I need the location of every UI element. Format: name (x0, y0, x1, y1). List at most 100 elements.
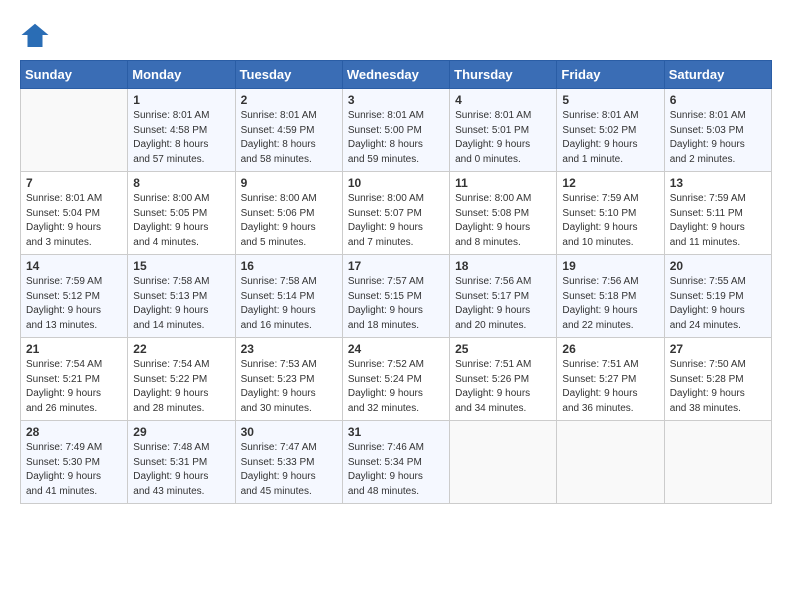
day-info: Sunrise: 7:46 AMSunset: 5:34 PMDaylight:… (348, 441, 444, 499)
day-number: 13 (670, 176, 766, 190)
calendar-cell: 23 Sunrise: 7:53 AMSunset: 5:23 PMDayligh… (235, 338, 342, 421)
calendar-header: SundayMondayTuesdayWednesdayThursdayFrid… (21, 61, 772, 89)
day-number: 23 (241, 342, 337, 356)
calendar-cell: 7 Sunrise: 8:01 AMSunset: 5:04 PMDaylight… (21, 172, 128, 255)
calendar-cell: 29 Sunrise: 7:48 AMSunset: 5:31 PMDayligh… (128, 421, 235, 504)
day-info: Sunrise: 7:50 AMSunset: 5:28 PMDaylight:… (670, 358, 766, 416)
day-info: Sunrise: 7:54 AMSunset: 5:21 PMDaylight:… (26, 358, 122, 416)
week-row-4: 21 Sunrise: 7:54 AMSunset: 5:21 PMDayligh… (21, 338, 772, 421)
day-info: Sunrise: 7:58 AMSunset: 5:14 PMDaylight:… (241, 275, 337, 333)
day-info: Sunrise: 7:47 AMSunset: 5:33 PMDaylight:… (241, 441, 337, 499)
day-number: 15 (133, 259, 229, 273)
day-info: Sunrise: 7:59 AMSunset: 5:12 PMDaylight:… (26, 275, 122, 333)
calendar-cell: 22 Sunrise: 7:54 AMSunset: 5:22 PMDayligh… (128, 338, 235, 421)
day-number: 6 (670, 93, 766, 107)
calendar-cell: 18Sunrise: 7:56 AMSunset: 5:17 PMDayligh… (450, 255, 557, 338)
day-info: Sunrise: 7:51 AMSunset: 5:26 PMDaylight:… (455, 358, 551, 416)
day-number: 21 (26, 342, 122, 356)
calendar-cell: 3 Sunrise: 8:01 AMSunset: 5:00 PMDaylight… (342, 89, 449, 172)
day-info: Sunrise: 7:59 AMSunset: 5:10 PMDaylight:… (562, 192, 658, 250)
header-day-saturday: Saturday (664, 61, 771, 89)
day-number: 9 (241, 176, 337, 190)
day-info: Sunrise: 7:52 AMSunset: 5:24 PMDaylight:… (348, 358, 444, 416)
day-number: 1 (133, 93, 229, 107)
calendar-cell: 31 Sunrise: 7:46 AMSunset: 5:34 PMDayligh… (342, 421, 449, 504)
calendar-cell: 4 Sunrise: 8:01 AMSunset: 5:01 PMDaylight… (450, 89, 557, 172)
calendar-table: SundayMondayTuesdayWednesdayThursdayFrid… (20, 60, 772, 504)
calendar-cell: 16Sunrise: 7:58 AMSunset: 5:14 PMDayligh… (235, 255, 342, 338)
week-row-1: 1 Sunrise: 8:01 AMSunset: 4:58 PMDaylight… (21, 89, 772, 172)
calendar-cell: 27Sunrise: 7:50 AMSunset: 5:28 PMDayligh… (664, 338, 771, 421)
day-info: Sunrise: 8:01 AMSunset: 5:01 PMDaylight:… (455, 109, 551, 167)
day-number: 8 (133, 176, 229, 190)
header-row: SundayMondayTuesdayWednesdayThursdayFrid… (21, 61, 772, 89)
day-number: 2 (241, 93, 337, 107)
day-number: 4 (455, 93, 551, 107)
day-number: 30 (241, 425, 337, 439)
day-number: 5 (562, 93, 658, 107)
day-info: Sunrise: 7:55 AMSunset: 5:19 PMDaylight:… (670, 275, 766, 333)
day-number: 7 (26, 176, 122, 190)
day-info: Sunrise: 8:01 AMSunset: 4:58 PMDaylight:… (133, 109, 229, 167)
day-info: Sunrise: 8:01 AMSunset: 5:02 PMDaylight:… (562, 109, 658, 167)
page-header (20, 20, 772, 50)
calendar-cell: 28Sunrise: 7:49 AMSunset: 5:30 PMDayligh… (21, 421, 128, 504)
logo-icon (20, 20, 50, 50)
day-info: Sunrise: 7:57 AMSunset: 5:15 PMDaylight:… (348, 275, 444, 333)
header-day-tuesday: Tuesday (235, 61, 342, 89)
day-number: 14 (26, 259, 122, 273)
day-number: 3 (348, 93, 444, 107)
header-day-wednesday: Wednesday (342, 61, 449, 89)
day-number: 10 (348, 176, 444, 190)
day-info: Sunrise: 8:00 AMSunset: 5:06 PMDaylight:… (241, 192, 337, 250)
day-info: Sunrise: 7:51 AMSunset: 5:27 PMDaylight:… (562, 358, 658, 416)
day-info: Sunrise: 7:58 AMSunset: 5:13 PMDaylight:… (133, 275, 229, 333)
calendar-cell: 2 Sunrise: 8:01 AMSunset: 4:59 PMDaylight… (235, 89, 342, 172)
day-info: Sunrise: 7:53 AMSunset: 5:23 PMDaylight:… (241, 358, 337, 416)
day-number: 18 (455, 259, 551, 273)
calendar-cell (21, 89, 128, 172)
calendar-cell (664, 421, 771, 504)
day-info: Sunrise: 8:01 AMSunset: 5:00 PMDaylight:… (348, 109, 444, 167)
calendar-cell (557, 421, 664, 504)
header-day-sunday: Sunday (21, 61, 128, 89)
logo (20, 20, 54, 50)
day-info: Sunrise: 7:54 AMSunset: 5:22 PMDaylight:… (133, 358, 229, 416)
day-info: Sunrise: 7:59 AMSunset: 5:11 PMDaylight:… (670, 192, 766, 250)
day-number: 28 (26, 425, 122, 439)
calendar-cell: 26 Sunrise: 7:51 AMSunset: 5:27 PMDayligh… (557, 338, 664, 421)
calendar-cell: 1 Sunrise: 8:01 AMSunset: 4:58 PMDaylight… (128, 89, 235, 172)
day-info: Sunrise: 8:00 AMSunset: 5:07 PMDaylight:… (348, 192, 444, 250)
day-info: Sunrise: 8:01 AMSunset: 5:04 PMDaylight:… (26, 192, 122, 250)
calendar-cell: 30 Sunrise: 7:47 AMSunset: 5:33 PMDayligh… (235, 421, 342, 504)
day-number: 12 (562, 176, 658, 190)
header-day-monday: Monday (128, 61, 235, 89)
calendar-cell: 21 Sunrise: 7:54 AMSunset: 5:21 PMDayligh… (21, 338, 128, 421)
day-info: Sunrise: 7:56 AMSunset: 5:18 PMDaylight:… (562, 275, 658, 333)
day-number: 19 (562, 259, 658, 273)
day-number: 20 (670, 259, 766, 273)
calendar-cell: 13 Sunrise: 7:59 AMSunset: 5:11 PMDayligh… (664, 172, 771, 255)
calendar-cell: 17 Sunrise: 7:57 AMSunset: 5:15 PMDayligh… (342, 255, 449, 338)
header-day-friday: Friday (557, 61, 664, 89)
calendar-cell: 5 Sunrise: 8:01 AMSunset: 5:02 PMDaylight… (557, 89, 664, 172)
calendar-cell: 20 Sunrise: 7:55 AMSunset: 5:19 PMDayligh… (664, 255, 771, 338)
calendar-cell: 10 Sunrise: 8:00 AMSunset: 5:07 PMDayligh… (342, 172, 449, 255)
day-info: Sunrise: 7:48 AMSunset: 5:31 PMDaylight:… (133, 441, 229, 499)
day-number: 31 (348, 425, 444, 439)
calendar-cell: 15 Sunrise: 7:58 AMSunset: 5:13 PMDayligh… (128, 255, 235, 338)
calendar-cell: 9 Sunrise: 8:00 AMSunset: 5:06 PMDaylight… (235, 172, 342, 255)
day-number: 29 (133, 425, 229, 439)
day-number: 22 (133, 342, 229, 356)
calendar-cell: 11Sunrise: 8:00 AMSunset: 5:08 PMDayligh… (450, 172, 557, 255)
week-row-3: 14 Sunrise: 7:59 AMSunset: 5:12 PMDayligh… (21, 255, 772, 338)
calendar-body: 1 Sunrise: 8:01 AMSunset: 4:58 PMDaylight… (21, 89, 772, 504)
day-number: 26 (562, 342, 658, 356)
day-number: 17 (348, 259, 444, 273)
day-info: Sunrise: 8:00 AMSunset: 5:05 PMDaylight:… (133, 192, 229, 250)
calendar-cell: 12 Sunrise: 7:59 AMSunset: 5:10 PMDayligh… (557, 172, 664, 255)
day-info: Sunrise: 8:01 AMSunset: 4:59 PMDaylight:… (241, 109, 337, 167)
calendar-cell: 8 Sunrise: 8:00 AMSunset: 5:05 PMDaylight… (128, 172, 235, 255)
day-number: 25 (455, 342, 551, 356)
calendar-cell: 24Sunrise: 7:52 AMSunset: 5:24 PMDayligh… (342, 338, 449, 421)
